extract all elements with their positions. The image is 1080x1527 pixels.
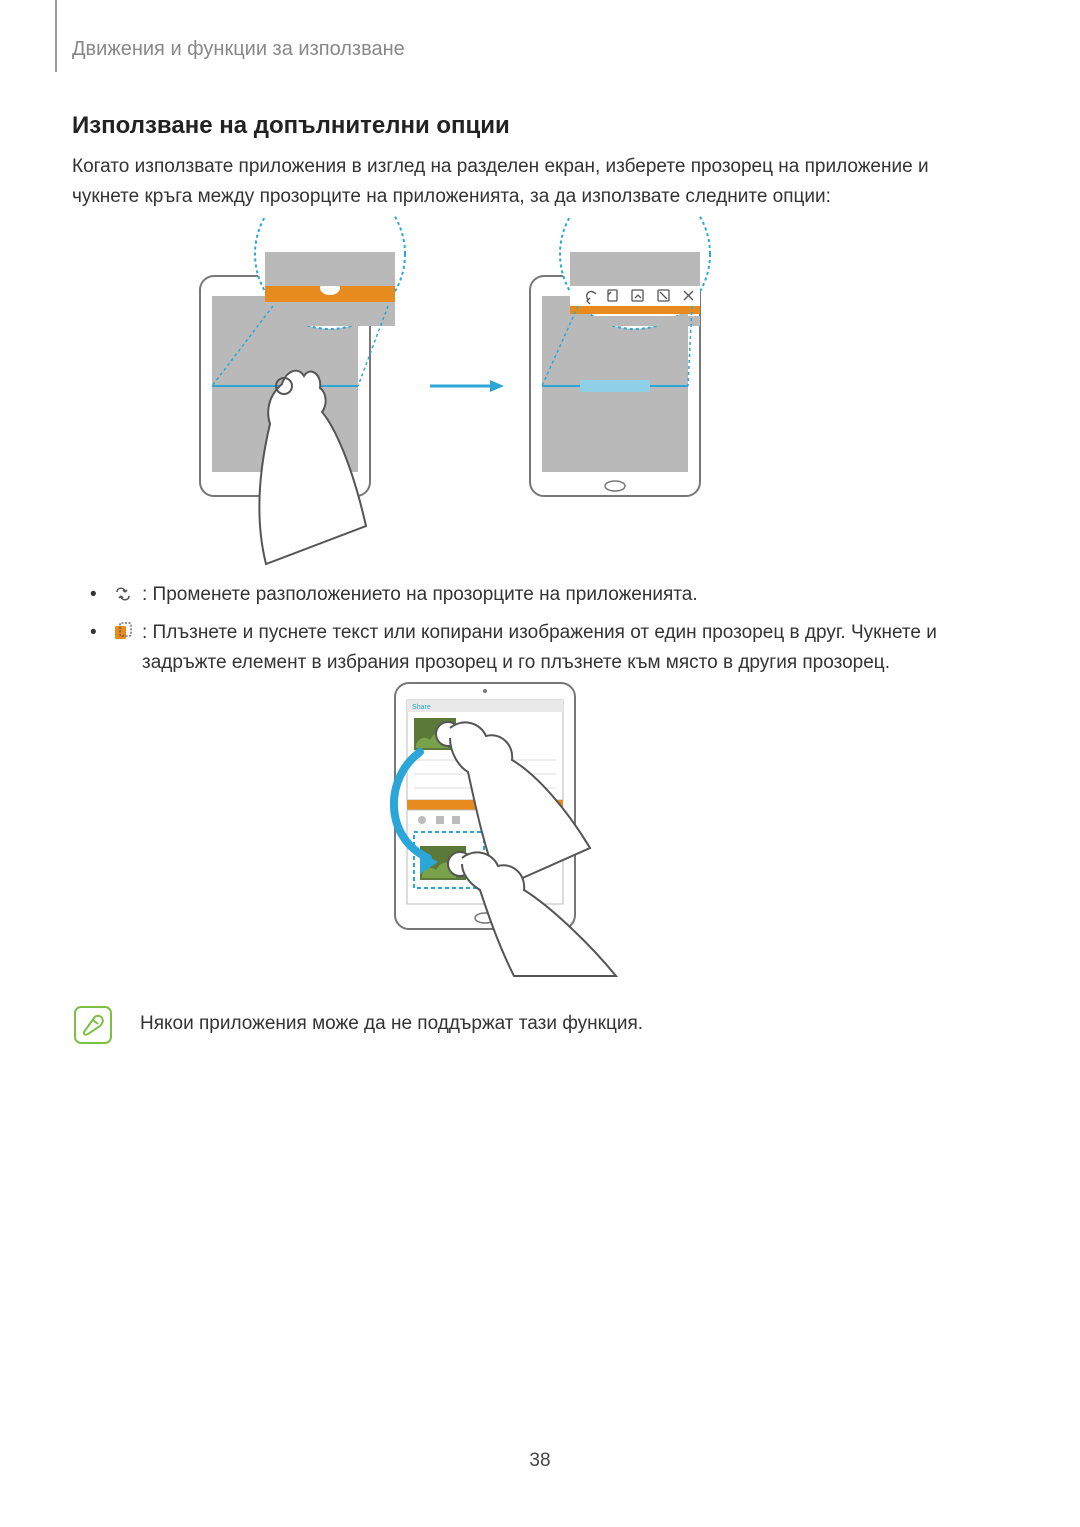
- note-icon: [74, 1006, 112, 1044]
- breadcrumb: Движения и функции за използване: [72, 38, 405, 61]
- note-block: Някои приложения може да не поддържат та…: [74, 1006, 954, 1044]
- note-text: Някои приложения може да не поддържат та…: [140, 1006, 643, 1035]
- bullet-text-2: : Плъзнете и пуснете текст или копирани …: [142, 618, 960, 678]
- section-title: Използване на допълнителни опции: [72, 112, 510, 140]
- bullet-dot: •: [90, 618, 112, 678]
- figure-drag-between-windows: Share: [390, 678, 695, 978]
- list-item: • : Променете разположението на прозорци…: [90, 580, 960, 610]
- page-number: 38: [0, 1450, 1080, 1472]
- bullet-dot: •: [90, 580, 112, 610]
- drag-content-icon: [112, 618, 142, 678]
- svg-text:Share: Share: [412, 704, 431, 711]
- option-list: • : Променете разположението на прозорци…: [90, 580, 960, 686]
- header-margin-bar: [55, 0, 57, 72]
- figure-split-options: [170, 216, 740, 568]
- intro-paragraph: Когато използвате приложения в изглед на…: [72, 152, 952, 212]
- list-item: • : Плъзнете и пуснете текст или копиран…: [90, 618, 960, 678]
- bullet-text-1: : Променете разположението на прозорците…: [142, 580, 960, 610]
- page: Движения и функции за използване Използв…: [0, 0, 1080, 1527]
- swap-windows-icon: [112, 580, 142, 610]
